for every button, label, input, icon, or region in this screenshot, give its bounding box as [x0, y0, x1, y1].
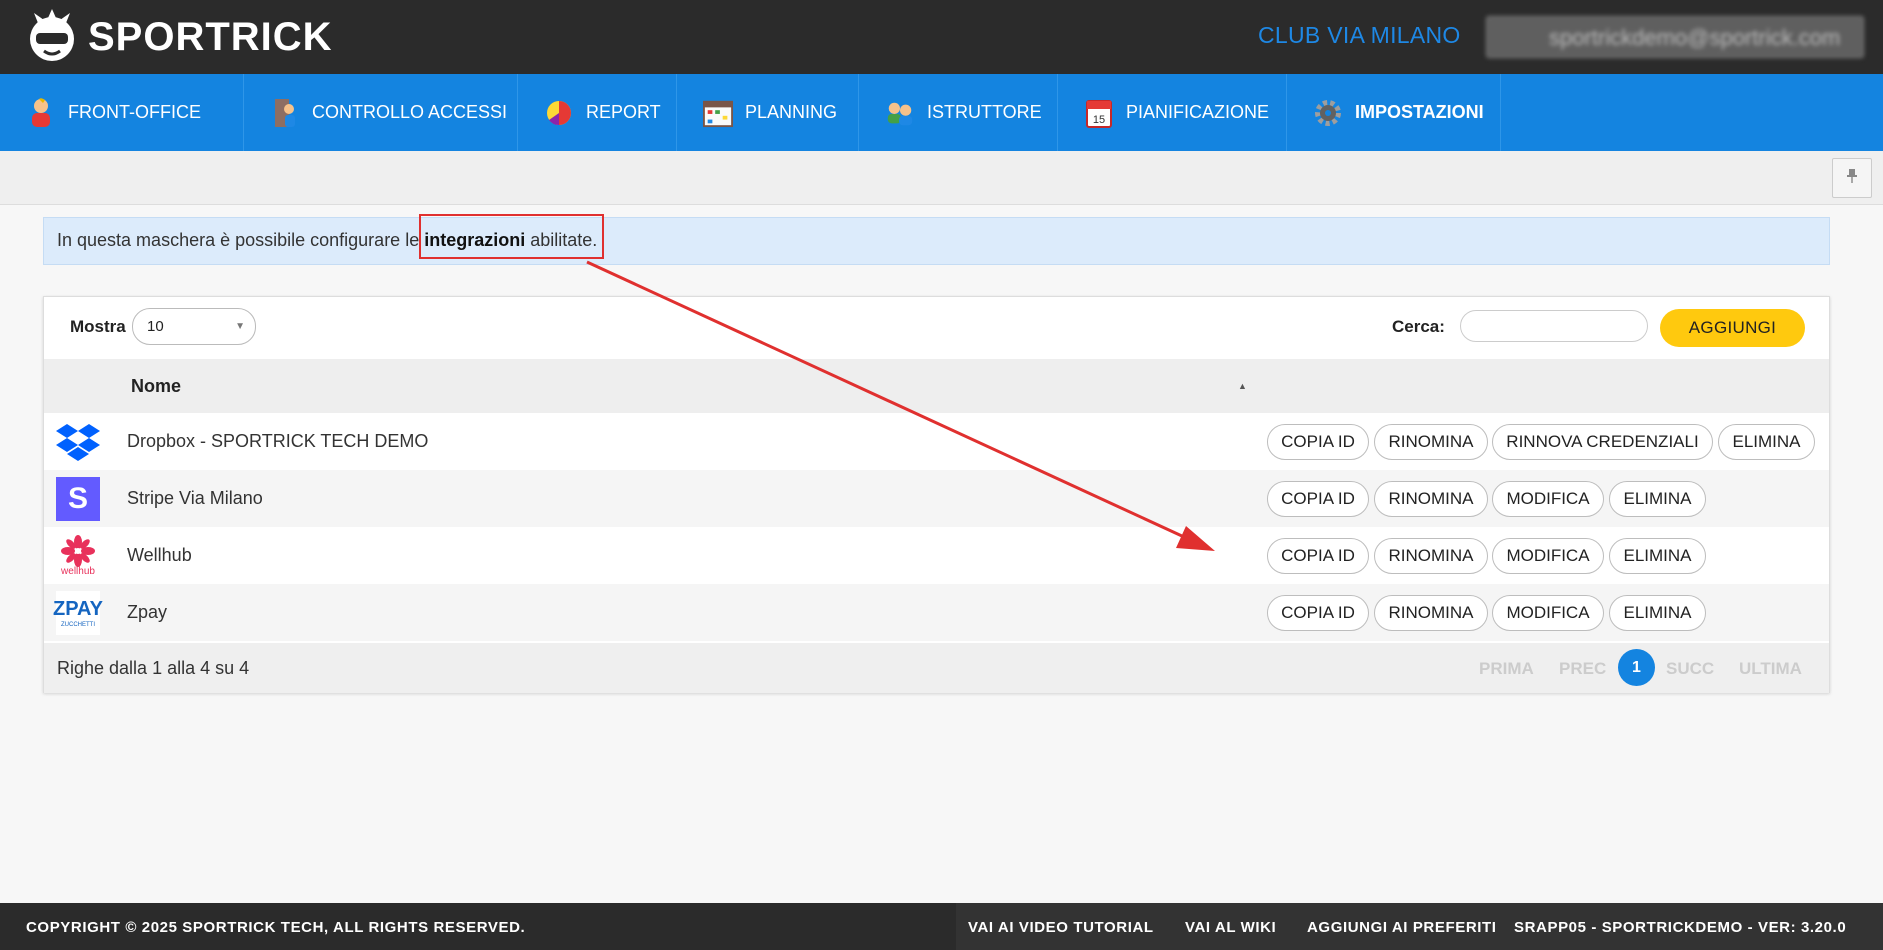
page-size-select[interactable]: 10 ▼: [132, 308, 256, 345]
renew-credentials-button[interactable]: RINNOVA CREDENZIALI: [1492, 424, 1713, 460]
integrations-table-panel: Mostra 10 ▼ Cerca: AGGIUNGI Nome ▲ Dropb…: [43, 296, 1830, 693]
nav-label: CONTROLLO ACCESSI: [312, 102, 508, 122]
nav-label: IMPOSTAZIONI: [1355, 102, 1484, 122]
page-size-label: Mostra: [70, 317, 126, 336]
table-header: Nome ▲: [44, 359, 1829, 413]
info-alert: In questa maschera è possibile configura…: [43, 217, 1830, 265]
page-footer: COPYRIGHT © 2025 SPORTRICK TECH, ALL RIG…: [0, 903, 1883, 950]
footer-links: VAI AI VIDEO TUTORIAL VAI AL WIKI AGGIUN…: [956, 903, 1883, 950]
pie-chart-icon: [544, 97, 574, 129]
table-row: Dropbox - SPORTRICK TECH DEMO COPIA ID R…: [44, 413, 1829, 470]
edit-button[interactable]: MODIFICA: [1492, 481, 1604, 517]
access-control-icon: [270, 97, 300, 129]
nav-item-report[interactable]: REPORT: [518, 74, 677, 151]
club-selector[interactable]: CLUB VIA MILANO: [1258, 22, 1461, 49]
copy-id-button[interactable]: COPIA ID: [1267, 538, 1369, 574]
wellhub-icon: wellhub: [56, 534, 100, 578]
nav-item-planning[interactable]: PLANNING: [677, 74, 859, 151]
delete-button[interactable]: ELIMINA: [1718, 424, 1815, 460]
nav-label: FRONT-OFFICE: [68, 102, 201, 122]
nav-item-controllo-accessi[interactable]: CONTROLLO ACCESSI: [244, 74, 518, 151]
nav-item-front-office[interactable]: FRONT-OFFICE: [0, 74, 244, 151]
brand-name: SPORTRICK: [88, 14, 333, 59]
add-button[interactable]: AGGIUNGI: [1660, 309, 1805, 347]
pin-button[interactable]: [1832, 158, 1872, 198]
nav-label: PIANIFICAZIONE: [1126, 102, 1270, 122]
copy-id-button[interactable]: COPIA ID: [1267, 424, 1369, 460]
page-size-value: 10: [147, 318, 164, 335]
integration-name: Dropbox - SPORTRICK TECH DEMO: [127, 431, 429, 451]
pager-first[interactable]: PRIMA: [1479, 659, 1534, 679]
group-icon: [885, 97, 915, 129]
delete-button[interactable]: ELIMINA: [1609, 481, 1706, 517]
stripe-letter: S: [56, 477, 100, 521]
sort-asc-icon[interactable]: ▲: [1238, 381, 1247, 391]
zpay-subtitle: ZUCCHETTI: [61, 621, 95, 628]
integration-name: Stripe Via Milano: [127, 488, 263, 508]
zpay-icon: ZPAY ZUCCHETTI: [52, 591, 104, 635]
pager-current-page[interactable]: 1: [1618, 649, 1655, 686]
video-tutorial-link[interactable]: VAI AI VIDEO TUTORIAL: [968, 919, 1154, 936]
delete-button[interactable]: ELIMINA: [1609, 595, 1706, 631]
user-account-menu[interactable]: sportrickdemo@sportrick.com: [1486, 16, 1864, 58]
nav-item-pianificazione[interactable]: 15 PIANIFICAZIONE: [1058, 74, 1287, 151]
version-info: SRAPP05 - SPORTRICKDEMO - VER: 3.20.0: [1514, 919, 1847, 936]
rename-button[interactable]: RINOMINA: [1374, 595, 1488, 631]
nav-label: PLANNING: [745, 102, 838, 122]
calendar-icon: 15: [1084, 97, 1114, 129]
pager-prev[interactable]: PREC: [1559, 659, 1606, 679]
copyright-text: COPYRIGHT © 2025 SPORTRICK TECH, ALL RIG…: [26, 919, 526, 936]
add-favorites-link[interactable]: AGGIUNGI AI PREFERITI: [1307, 919, 1497, 936]
integration-name: Wellhub: [127, 545, 192, 565]
copy-id-button[interactable]: COPIA ID: [1267, 595, 1369, 631]
nav-item-impostazioni[interactable]: IMPOSTAZIONI: [1287, 74, 1501, 151]
rename-button[interactable]: RINOMINA: [1374, 424, 1488, 460]
table-footer: Righe dalla 1 alla 4 su 4 PRIMA PREC 1 S…: [44, 643, 1829, 693]
stripe-icon: S: [56, 477, 100, 521]
nav-label: ISTRUTTORE: [927, 102, 1042, 122]
pager-next[interactable]: SUCC: [1666, 659, 1714, 679]
main-nav: FRONT-OFFICE CONTROLLO ACCESSI REPORT PL…: [0, 74, 1883, 151]
edit-button[interactable]: MODIFICA: [1492, 538, 1604, 574]
svg-text:15: 15: [1093, 114, 1105, 126]
table-row: ZPAY ZUCCHETTI Zpay COPIA ID RINOMINA MO…: [44, 584, 1829, 641]
wiki-link[interactable]: VAI AL WIKI: [1185, 919, 1276, 936]
nav-label: REPORT: [586, 102, 661, 122]
toolbar-strip: [0, 151, 1883, 205]
column-header-nome[interactable]: Nome: [131, 376, 181, 397]
row-count-info: Righe dalla 1 alla 4 su 4: [57, 658, 250, 678]
gear-icon: [1313, 97, 1343, 129]
brand-logo[interactable]: SPORTRICK: [24, 6, 333, 68]
delete-button[interactable]: ELIMINA: [1609, 538, 1706, 574]
annotation-highlight-box: [419, 214, 604, 259]
pager-last[interactable]: ULTIMA: [1739, 659, 1802, 679]
calendar-grid-icon: [703, 97, 733, 129]
pin-icon: [1845, 168, 1859, 189]
dropbox-icon: [56, 420, 100, 464]
table-row: S Stripe Via Milano COPIA ID RINOMINA MO…: [44, 470, 1829, 527]
nav-item-istruttore[interactable]: ISTRUTTORE: [859, 74, 1058, 151]
integration-name: Zpay: [127, 602, 168, 622]
search-input[interactable]: [1460, 310, 1648, 342]
search-label: Cerca:: [1392, 317, 1445, 336]
user-email: sportrickdemo@sportrick.com: [1549, 25, 1841, 50]
info-text-prefix: In questa maschera è possibile configura…: [57, 230, 425, 250]
sportrick-mascot-icon: [24, 9, 80, 65]
zpay-wordmark: ZPAY: [52, 597, 104, 620]
chevron-down-icon: ▼: [235, 321, 245, 332]
edit-button[interactable]: MODIFICA: [1492, 595, 1604, 631]
copy-id-button[interactable]: COPIA ID: [1267, 481, 1369, 517]
wellhub-wordmark: wellhub: [61, 566, 95, 577]
top-header: SPORTRICK CLUB VIA MILANO sportrickdemo@…: [0, 0, 1883, 74]
table-row: wellhub Wellhub COPIA ID RINOMINA MODIFI…: [44, 527, 1829, 584]
person-icon: [26, 97, 56, 129]
rename-button[interactable]: RINOMINA: [1374, 481, 1488, 517]
rename-button[interactable]: RINOMINA: [1374, 538, 1488, 574]
